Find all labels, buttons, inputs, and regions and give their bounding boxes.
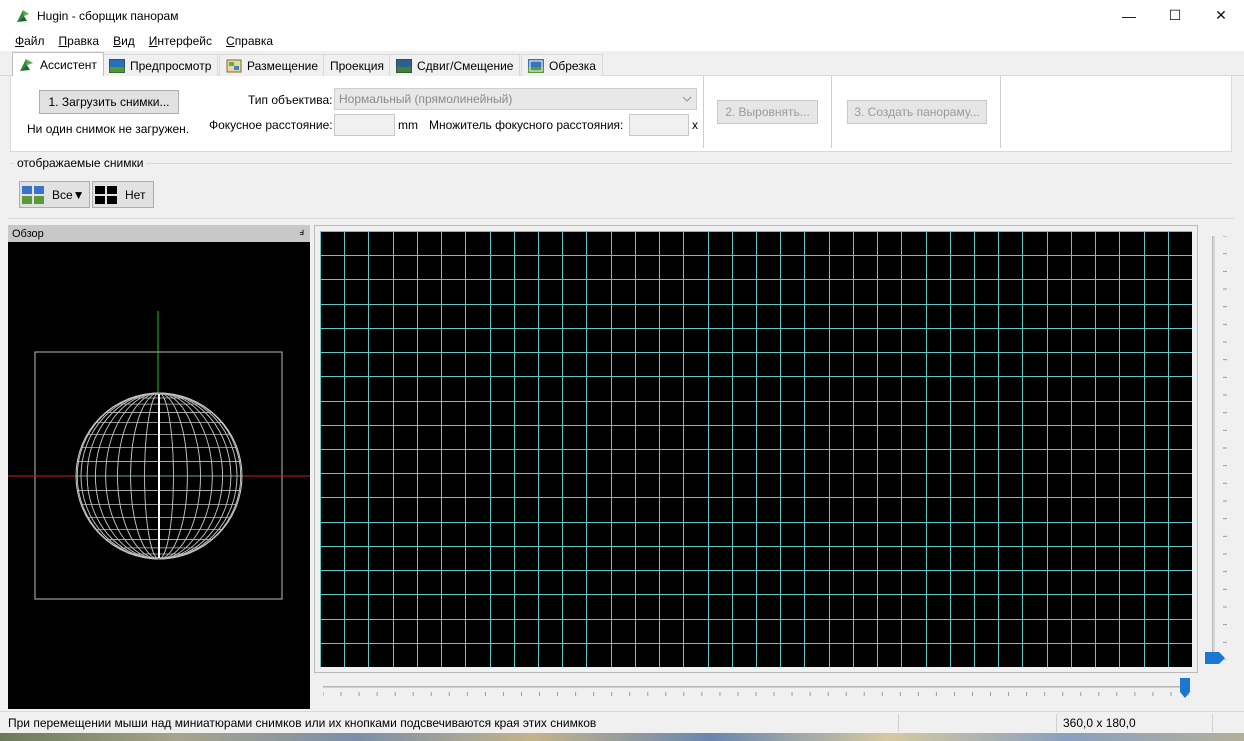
hugin-app-icon: [15, 8, 31, 24]
maximize-icon: ☐: [1168, 7, 1182, 23]
hfov-slider-track[interactable]: [323, 686, 1189, 688]
group-divider: [10, 163, 1232, 164]
crop-factor-label: Множитель фокусного расстояния:: [429, 118, 624, 132]
create-panorama-label: 3. Создать панораму...: [854, 105, 980, 119]
assistant-panel: 1. Загрузить снимки... Ни один снимок не…: [10, 76, 1232, 152]
tab-label: Предпросмотр: [130, 58, 212, 73]
panorama-grid: [320, 231, 1193, 668]
menu-file[interactable]: Файл: [8, 34, 52, 48]
show-none-label: Нет: [125, 187, 146, 202]
tab-label: Сдвиг/Смещение: [417, 58, 514, 73]
desktop-background-strip: [0, 733, 1244, 741]
layout-icon: [226, 59, 242, 72]
title-bar: Hugin - сборщик панорам — ☐ ✕: [0, 0, 1244, 31]
tab-layout[interactable]: Размещение: [219, 54, 325, 76]
separator: [703, 76, 704, 148]
tab-preview[interactable]: Предпросмотр: [102, 54, 219, 76]
menu-bar: Файл Правка Вид Интерфейс Справка: [0, 31, 1244, 51]
show-all-button[interactable]: Все▼: [19, 181, 90, 208]
menu-help[interactable]: Справка: [219, 34, 280, 48]
separator: [831, 76, 832, 148]
tab-assistant[interactable]: Ассистент: [12, 52, 104, 76]
focal-length-label: Фокусное расстояние:: [209, 118, 333, 132]
overview-panel: Обзор ⅎ: [8, 225, 310, 709]
pin-icon[interactable]: ⅎ: [299, 227, 304, 238]
field-of-view-readout: 360,0 x 180,0: [1063, 716, 1136, 730]
tab-label: Обрезка: [549, 58, 596, 73]
close-icon: ✕: [1215, 7, 1227, 23]
focal-length-unit: mm: [398, 118, 418, 132]
overview-title: Обзор: [12, 227, 44, 240]
hugin-icon: [20, 58, 33, 71]
crop-icon: [528, 58, 544, 73]
vfov-slider-ticks: [1223, 236, 1227, 660]
load-status-text: Ни один снимок не загружен.: [27, 122, 190, 136]
tab-label: Размещение: [247, 58, 318, 73]
menu-edit[interactable]: Правка: [52, 34, 107, 48]
status-separator: [1212, 714, 1213, 732]
show-none-button[interactable]: Нет: [92, 181, 154, 208]
show-all-label: Все▼: [52, 187, 85, 202]
maximize-button[interactable]: ☐: [1152, 0, 1198, 31]
status-message: При перемещении мыши над миниатюрами сни…: [8, 716, 597, 730]
tab-crop[interactable]: Обрезка: [521, 54, 603, 76]
align-button[interactable]: 2. Выровнять...: [717, 100, 818, 124]
status-separator: [1056, 714, 1057, 732]
vfov-slider-track[interactable]: [1212, 236, 1215, 660]
overview-header: Обзор ⅎ: [8, 225, 310, 242]
menu-interface[interactable]: Интерфейс: [142, 34, 219, 48]
hfov-slider-ticks: [323, 692, 1189, 696]
separator: [1000, 76, 1001, 148]
panorama-canvas[interactable]: [320, 231, 1193, 668]
lens-type-value: Нормальный (прямолинейный): [339, 92, 513, 106]
crop-factor-unit: x: [692, 118, 698, 132]
tab-projection[interactable]: Проекция: [323, 54, 391, 76]
align-label: 2. Выровнять...: [725, 105, 810, 119]
tab-move-drag[interactable]: Сдвиг/Смещение: [389, 54, 521, 76]
tab-label: Ассистент: [40, 57, 97, 72]
load-images-label: 1. Загрузить снимки...: [48, 95, 170, 109]
minimize-icon: —: [1122, 7, 1136, 24]
all-images-icon: [22, 185, 44, 204]
create-panorama-button[interactable]: 3. Создать панораму...: [847, 100, 987, 124]
no-images-icon: [95, 185, 117, 204]
vfov-slider-thumb[interactable]: [1205, 652, 1225, 664]
move-icon: [396, 58, 412, 73]
load-images-button[interactable]: 1. Загрузить снимки...: [39, 90, 179, 114]
status-separator: [898, 714, 899, 732]
status-bar: При перемещении мыши над миниатюрами сни…: [0, 711, 1244, 733]
tab-strip: Ассистент Предпросмотр Размещение Проекц…: [0, 51, 1244, 76]
crop-factor-input[interactable]: [629, 114, 689, 136]
menu-view[interactable]: Вид: [106, 34, 142, 48]
close-button[interactable]: ✕: [1198, 0, 1244, 31]
preview-icon: [109, 58, 125, 73]
chevron-down-icon: [682, 96, 692, 102]
displayed-images-label: отображаемые снимки: [14, 156, 147, 170]
lens-type-label: Тип объектива:: [248, 93, 333, 107]
minimize-button[interactable]: —: [1106, 0, 1152, 31]
window-title: Hugin - сборщик панорам: [37, 8, 179, 23]
focal-length-input[interactable]: [334, 114, 395, 136]
overview-sphere-view[interactable]: [8, 242, 310, 709]
lens-type-select[interactable]: Нормальный (прямолинейный): [334, 88, 697, 110]
section-divider: [8, 218, 1234, 219]
tab-label: Проекция: [330, 58, 384, 73]
